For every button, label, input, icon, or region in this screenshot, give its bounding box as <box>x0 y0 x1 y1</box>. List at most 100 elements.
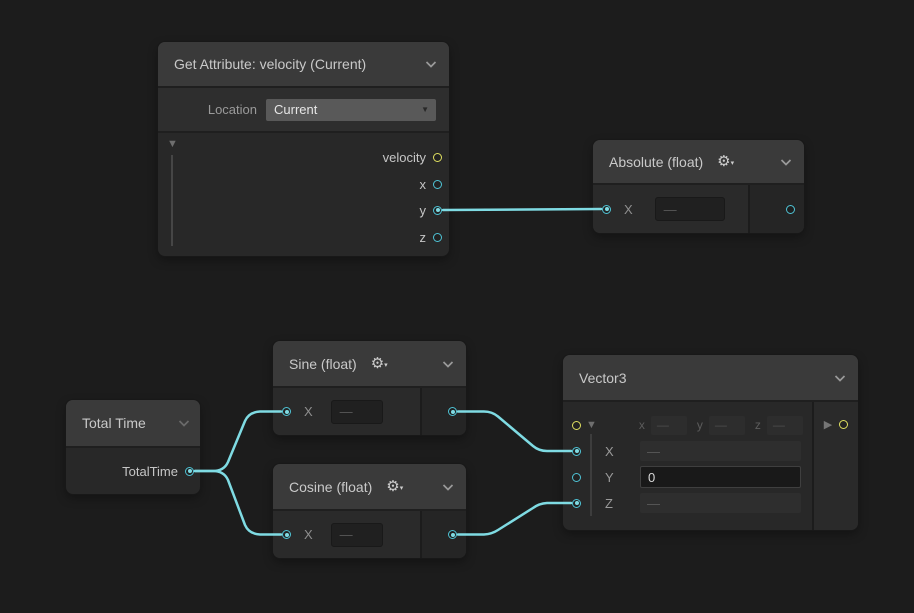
input-section: X — <box>273 511 420 558</box>
port-x-input[interactable] <box>602 205 611 214</box>
node-title: Get Attribute: velocity (Current) <box>174 56 366 72</box>
port-connected-dot <box>575 449 579 453</box>
wire-totaltime-to-sine-x[interactable] <box>195 412 281 472</box>
wire-cosine-to-vector3-z[interactable] <box>458 503 571 535</box>
node-vector3[interactable]: Vector3 ▼ x — y — z <box>563 355 858 530</box>
port-connected-dot <box>285 410 289 414</box>
port-x-input[interactable] <box>282 407 291 416</box>
port-z-output[interactable] <box>433 233 442 242</box>
output-row-velocity: velocity <box>383 144 442 170</box>
expander-triangle-icon[interactable]: ▼ <box>167 138 178 150</box>
wire-velocity-y-to-absolute-x[interactable] <box>443 209 601 210</box>
compact-xyz-fields: x — y — z — <box>639 416 803 435</box>
port-vector3-output[interactable] <box>839 420 848 429</box>
node-body: ▼ velocity x y z <box>158 133 449 254</box>
chevron-down-icon[interactable] <box>442 483 454 491</box>
port-connected-dot <box>451 533 455 537</box>
port-connected-dot <box>605 207 609 211</box>
field-value: 0 <box>648 470 655 485</box>
chevron-down-icon[interactable] <box>425 60 437 68</box>
gear-caret-icon: ▾ <box>384 362 388 369</box>
node-get-attribute-velocity[interactable]: Get Attribute: velocity (Current) Locati… <box>158 42 449 256</box>
output-section: ▶ <box>812 402 858 530</box>
chevron-down-icon[interactable] <box>780 158 792 166</box>
node-title: Absolute (float) <box>609 154 703 170</box>
node-title-bar[interactable]: Get Attribute: velocity (Current) <box>158 42 449 88</box>
node-title: Vector3 <box>579 370 626 386</box>
compact-x-field[interactable]: — <box>651 416 687 435</box>
chevron-down-icon[interactable] <box>178 419 190 427</box>
field-value: — <box>715 418 727 432</box>
port-label: velocity <box>383 150 426 165</box>
port-label: TotalTime <box>122 464 178 479</box>
port-connected-dot <box>575 501 579 505</box>
node-body: X — <box>273 511 466 558</box>
x-value-field[interactable]: — <box>640 441 801 461</box>
node-title-bar[interactable]: Cosine (float) ⚙▾ <box>273 464 466 511</box>
node-body: X — <box>593 185 804 233</box>
input-section: X — <box>593 185 748 233</box>
node-title-bar[interactable]: Sine (float) ⚙▾ <box>273 341 466 388</box>
input-label: X <box>624 202 633 217</box>
port-result-output[interactable] <box>448 530 457 539</box>
node-total-time[interactable]: Total Time TotalTime <box>66 400 200 494</box>
port-label: y <box>420 203 427 218</box>
node-title-bar[interactable]: Absolute (float) ⚙▾ <box>593 140 804 185</box>
node-sine-float[interactable]: Sine (float) ⚙▾ X — <box>273 341 466 435</box>
chevron-down-icon[interactable] <box>442 360 454 368</box>
input-section: X — <box>273 388 420 435</box>
y-value-field[interactable]: 0 <box>640 466 801 488</box>
compact-x-label: x <box>639 418 645 432</box>
wire-totaltime-to-cosine-x[interactable] <box>195 471 281 535</box>
port-totaltime-output[interactable] <box>185 467 194 476</box>
z-value-field[interactable]: — <box>640 493 801 513</box>
field-value: — <box>647 496 660 511</box>
dropdown-arrow-icon: ▼ <box>421 105 429 114</box>
node-body: X — <box>273 388 466 435</box>
space-toggle-icon[interactable]: ▶ <box>824 420 832 430</box>
settings-gear-icon[interactable]: ⚙▾ <box>386 479 403 494</box>
port-y-input[interactable] <box>572 473 581 482</box>
settings-gear-icon[interactable]: ⚙▾ <box>371 356 388 371</box>
settings-gear-icon[interactable]: ⚙▾ <box>717 154 734 169</box>
x-value-field[interactable]: — <box>331 400 383 424</box>
node-cosine-float[interactable]: Cosine (float) ⚙▾ X — <box>273 464 466 558</box>
wire-sine-to-vector3-x[interactable] <box>458 412 571 452</box>
vfx-graph-canvas[interactable]: Get Attribute: velocity (Current) Locati… <box>0 0 914 613</box>
port-z-input[interactable] <box>572 499 581 508</box>
node-title-bar[interactable]: Vector3 <box>563 355 858 402</box>
node-title: Total Time <box>82 415 146 431</box>
field-value: — <box>647 444 660 459</box>
chevron-down-icon[interactable] <box>834 374 846 382</box>
port-result-output[interactable] <box>448 407 457 416</box>
location-dropdown-value: Current <box>274 102 317 117</box>
port-connected-dot <box>188 469 192 473</box>
input-label: X <box>304 404 313 419</box>
node-body: TotalTime <box>66 448 200 494</box>
location-label: Location <box>208 102 257 117</box>
expander-triangle-icon[interactable]: ▼ <box>586 419 597 431</box>
output-row-y: y <box>420 197 443 223</box>
compact-z-field[interactable]: — <box>767 416 803 435</box>
compact-y-field[interactable]: — <box>709 416 745 435</box>
port-connected-dot <box>285 533 289 537</box>
location-dropdown[interactable]: Current ▼ <box>266 99 436 121</box>
x-value-field[interactable]: — <box>331 523 383 547</box>
foldout-line <box>171 155 173 246</box>
compact-y-label: y <box>697 418 703 432</box>
port-vector3-input[interactable] <box>572 421 581 430</box>
field-value: — <box>657 418 669 432</box>
port-y-output[interactable] <box>433 206 442 215</box>
node-absolute-float[interactable]: Absolute (float) ⚙▾ X — <box>593 140 804 233</box>
port-result-output[interactable] <box>786 205 795 214</box>
node-title: Cosine (float) <box>289 479 372 495</box>
port-x-input[interactable] <box>282 530 291 539</box>
field-value: — <box>773 418 785 432</box>
port-label: x <box>420 177 427 192</box>
port-x-input[interactable] <box>572 447 581 456</box>
port-velocity-output[interactable] <box>433 153 442 162</box>
compact-z-group: z — <box>755 416 803 435</box>
x-value-field[interactable]: — <box>655 197 725 221</box>
node-title-bar[interactable]: Total Time <box>66 400 200 448</box>
port-x-output[interactable] <box>433 180 442 189</box>
